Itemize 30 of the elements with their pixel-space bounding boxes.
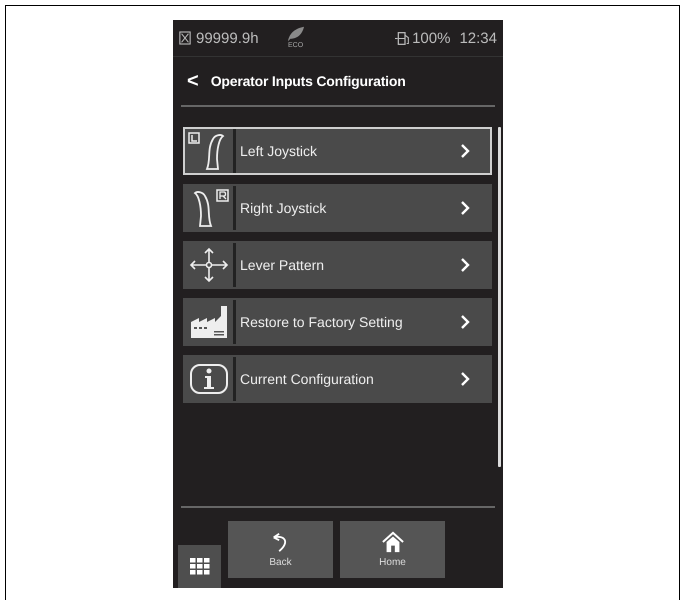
- menu-item-label: Current Configuration: [239, 371, 375, 387]
- chevron-right-icon: [460, 144, 470, 158]
- chevron-right-icon: [460, 258, 470, 272]
- menu-item[interactable]: Lever Pattern: [183, 241, 492, 289]
- menu-item-label: Lever Pattern: [239, 257, 326, 273]
- screen-title: Operator Inputs Configuration: [210, 73, 406, 89]
- menu-item[interactable]: Left Joystick: [183, 127, 492, 175]
- home-button[interactable]: Home: [340, 521, 445, 578]
- chevron-right-icon: [460, 315, 470, 329]
- fuel-pump-icon: [394, 30, 412, 46]
- menu-item-label: Left Joystick: [239, 143, 318, 159]
- apps-grid-button[interactable]: [178, 545, 221, 588]
- menu-item[interactable]: Restore to Factory Setting: [183, 298, 492, 346]
- fuel-level: 100%: [412, 30, 450, 46]
- menu-item-label: Restore to Factory Setting: [239, 314, 404, 330]
- chevron-right-icon: [460, 372, 470, 386]
- chevron-right-icon: [460, 201, 470, 215]
- menu-item-label: Right Joystick: [239, 200, 328, 216]
- scrollbar[interactable]: [498, 127, 501, 467]
- home-icon: [382, 531, 404, 553]
- engine-hours: 99999.9h: [196, 30, 259, 46]
- grid-icon: [190, 558, 210, 576]
- four-way-arrows-icon: [187, 245, 231, 285]
- clock-time: 12:34: [459, 30, 497, 46]
- back-button[interactable]: Back: [228, 521, 333, 578]
- hourglass-icon: [179, 31, 191, 45]
- menu-item[interactable]: Current Configuration: [183, 355, 492, 403]
- menu-item[interactable]: Right Joystick: [183, 184, 492, 232]
- back-chevron[interactable]: <: [187, 70, 199, 92]
- leaf-icon: [286, 26, 306, 42]
